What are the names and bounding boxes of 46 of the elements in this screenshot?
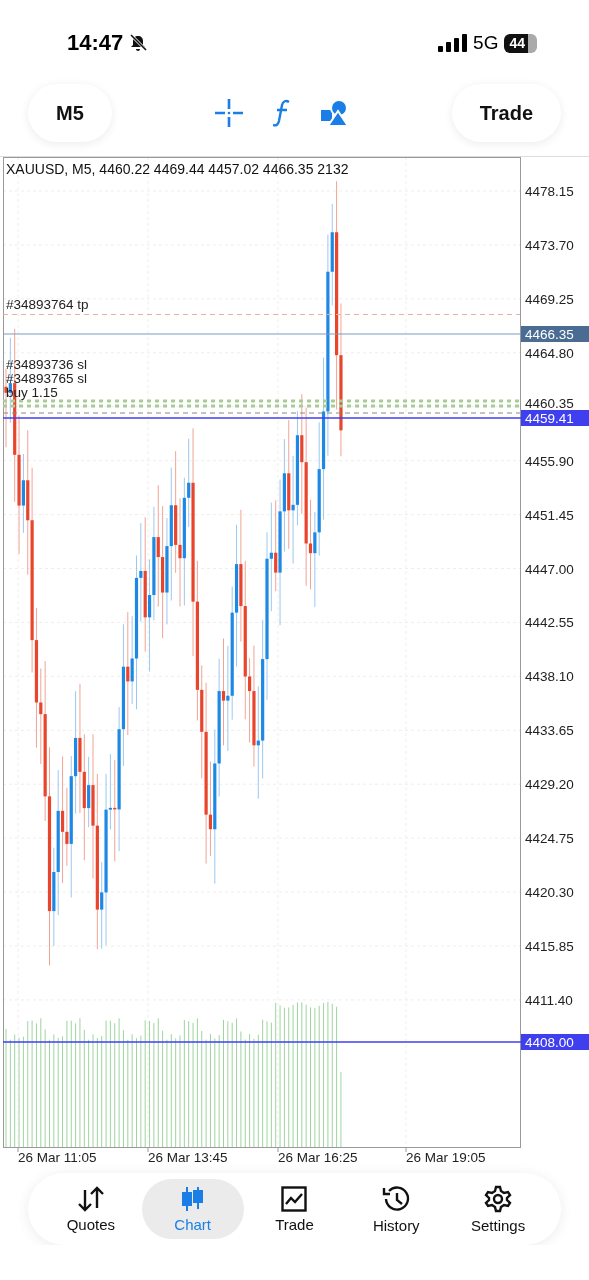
price-label: 4460.35: [525, 395, 574, 411]
signal-icon: [438, 34, 468, 52]
chart-header: XAUUSD, M5, 4460.22 4469.44 4457.02 4466.35 2132: [6, 161, 349, 177]
shapes-icon[interactable]: [320, 100, 349, 126]
candles-icon: [180, 1185, 205, 1212]
battery-indicator: 44: [504, 33, 537, 53]
price-label: 4447.00: [525, 561, 574, 577]
timeframe-button[interactable]: M5: [28, 84, 112, 142]
price-label: 4424.75: [525, 831, 574, 847]
nav-tab[interactable]: History: [345, 1179, 448, 1239]
crosshair-icon[interactable]: [214, 99, 243, 127]
price-label: 4438.10: [525, 669, 574, 685]
price-label: 4442.55: [525, 615, 574, 631]
price-label: 4420.30: [525, 885, 574, 901]
price-label: 4411.40: [525, 992, 573, 1008]
price-label: 4478.15: [525, 184, 574, 199]
price-label: 4455.90: [525, 453, 574, 469]
network-type: 5G: [473, 32, 499, 54]
price-label: 4473.70: [525, 237, 574, 253]
price-tag: 4408.00: [521, 1034, 589, 1050]
nav-tab[interactable]: Trade: [243, 1179, 346, 1239]
price-label: 4415.85: [525, 939, 574, 954]
clock-time: 14:47: [67, 30, 124, 56]
line-chart-icon: [281, 1185, 308, 1212]
price-label: 4464.80: [525, 345, 574, 361]
price-label: 4429.20: [525, 777, 574, 793]
time-label: 26 Mar 11:05: [18, 1150, 97, 1165]
history-icon: [381, 1184, 412, 1213]
order-label: #34893765 sl: [6, 371, 88, 386]
time-label: 26 Mar 19:05: [406, 1150, 486, 1165]
order-label: #34893764 tp: [6, 297, 89, 312]
up-down-arrows-icon: [75, 1185, 106, 1212]
muted-bell-icon: [129, 34, 148, 52]
price-label: 4469.25: [525, 291, 574, 307]
trade-button[interactable]: Trade: [451, 84, 561, 142]
time-label: 26 Mar 16:25: [278, 1150, 358, 1165]
settings-icon: [484, 1184, 513, 1213]
price-tag: 4459.41: [521, 410, 589, 426]
price-tag: 4466.35: [521, 326, 589, 342]
nav-tab[interactable]: Quotes: [40, 1179, 142, 1239]
price-label: 4433.65: [525, 723, 574, 739]
function-icon[interactable]: [272, 99, 291, 127]
order-label: #34893736 sl: [6, 357, 88, 372]
nav-tab[interactable]: Settings: [447, 1179, 549, 1239]
price-label: 4451.45: [525, 507, 574, 523]
time-label: 26 Mar 13:45: [148, 1150, 228, 1165]
